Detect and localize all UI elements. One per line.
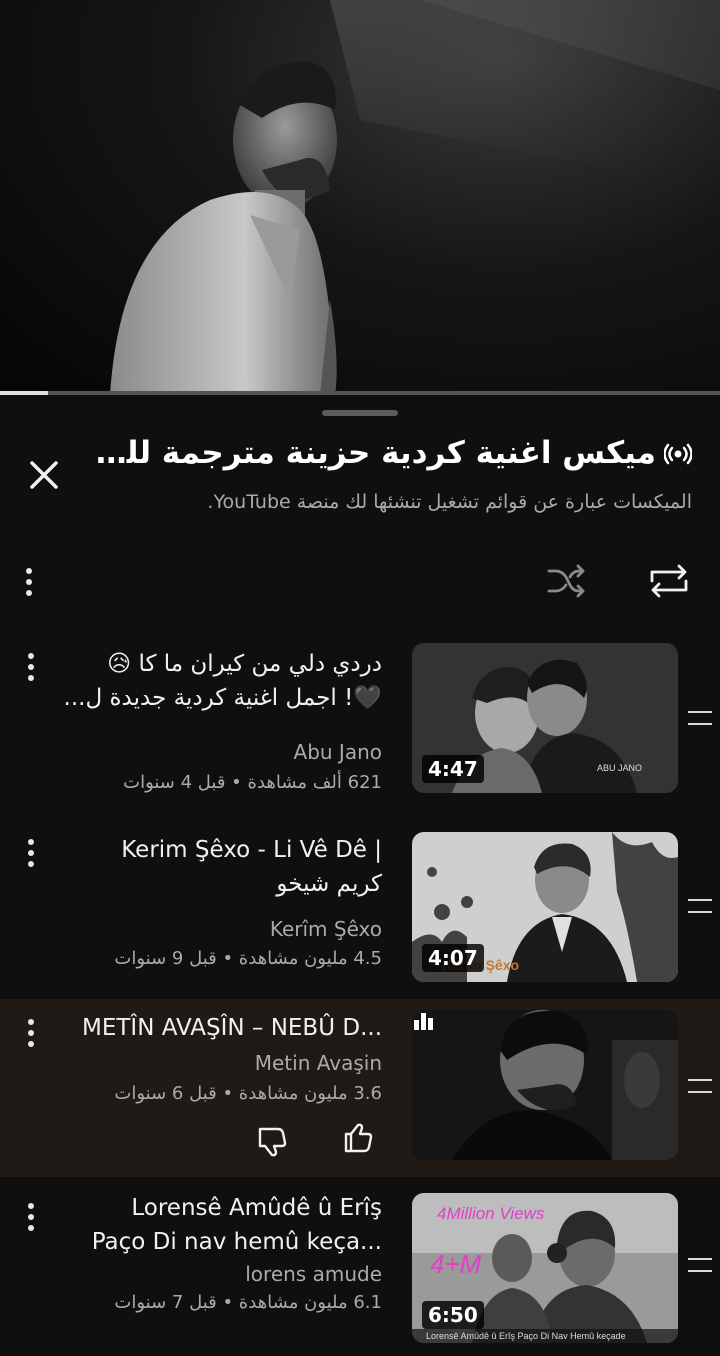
repeat-icon (650, 564, 688, 598)
thumbs-up-icon (344, 1123, 373, 1153)
dislike-button[interactable] (254, 1123, 290, 1159)
channel-name: Kerîm Şêxo (269, 917, 382, 941)
video-title-line-1: Lorensê Amûdê û Erîş (131, 1195, 382, 1221)
progress-bar-fill (0, 391, 49, 395)
mix-radio-icon (663, 437, 692, 473)
video-title: Lorensê Amûdê û Erîş Paço Di nav hemû ke… (52, 1191, 382, 1259)
video-thumbnail[interactable] (412, 1010, 678, 1160)
video-title-line-2: كريم شيخو (276, 871, 382, 897)
item-menu-button[interactable] (24, 649, 38, 685)
video-title-line-2: 🖤! اجمل اغنية كردية جديدة ل... (63, 685, 382, 711)
reorder-handle-icon[interactable] (688, 899, 712, 913)
thumbnail-banner: 4Million Views (437, 1204, 545, 1223)
channel-name: Abu Jano (293, 740, 382, 764)
more-vert-icon (28, 1203, 34, 1209)
video-duration: 4:47 (422, 755, 484, 783)
video-title-line-2: Paço Di nav hemû keça... (91, 1229, 382, 1255)
video-meta: 621 ألف مشاهدة • قبل 4 سنوات (123, 772, 382, 793)
shuffle-icon (547, 564, 585, 598)
video-duration: 4:07 (422, 944, 484, 972)
video-title-line-1: دردي دلي من كيران ما كا 😥 (107, 651, 382, 677)
reorder-handle-icon[interactable] (688, 1079, 712, 1093)
list-item[interactable]: دردي دلي من كيران ما كا 😥 🖤! اجمل اغنية … (0, 637, 720, 809)
video-thumbnail[interactable]: 4Million Views 4+M Lorensê Amûdê û Erîş … (412, 1193, 678, 1343)
close-icon (30, 461, 58, 489)
like-button[interactable] (340, 1121, 376, 1157)
video-title: دردي دلي من كيران ما كا 😥 🖤! اجمل اغنية … (52, 647, 382, 715)
list-item[interactable]: Kerim Şêxo - Li Vê Dê | كريم شيخو Kerîm … (0, 821, 720, 993)
now-playing-equalizer-icon (414, 1013, 433, 1030)
more-vert-icon (28, 839, 34, 845)
repeat-button[interactable] (648, 563, 690, 603)
playlist-subtitle: الميكسات عبارة عن قوائم تشغيل تنشئها لك … (207, 491, 692, 513)
channel-name: lorens amude (245, 1262, 382, 1286)
thumbnail-badge: 4+M (430, 1249, 482, 1279)
video-frame (110, 0, 720, 395)
video-title: Kerim Şêxo - Li Vê Dê | كريم شيخو (52, 833, 382, 901)
item-menu-button[interactable] (24, 1199, 38, 1235)
drag-handle-bar[interactable] (322, 410, 398, 416)
playlist-title-text: ميكس اغنية كردية حزينة مترجمة للع... (92, 435, 656, 471)
playlist-menu-button[interactable] (22, 564, 36, 600)
list-item-now-playing[interactable]: METÎN AVAŞÎN – NEBÛ D... Metin Avaşin 3.… (0, 999, 720, 1177)
more-vert-icon (28, 1019, 34, 1025)
item-menu-button[interactable] (24, 835, 38, 871)
item-menu-button[interactable] (24, 1015, 38, 1051)
reorder-handle-icon[interactable] (688, 1258, 712, 1272)
progress-bar[interactable] (0, 391, 720, 395)
channel-name: Metin Avaşin (254, 1051, 382, 1075)
close-button[interactable] (24, 455, 64, 495)
video-title-line-1: Kerim Şêxo - Li Vê Dê | (121, 837, 382, 863)
more-vert-icon (26, 568, 32, 574)
thumbs-down-icon (258, 1127, 287, 1157)
video-title: METÎN AVAŞÎN – NEBÛ D... (52, 1011, 382, 1045)
video-meta: 3.6 مليون مشاهدة • قبل 6 سنوات (114, 1083, 382, 1104)
shuffle-button[interactable] (546, 563, 586, 603)
video-duration: 6:50 (422, 1301, 484, 1329)
playlist-title: ميكس اغنية كردية حزينة مترجمة للع... (92, 435, 692, 473)
more-vert-icon (28, 653, 34, 659)
video-thumbnail[interactable]: Kerîm Şêxo 4:07 (412, 832, 678, 982)
thumbnail-caption: ABU JANO (597, 763, 642, 773)
playlist-panel: ميكس اغنية كردية حزينة مترجمة للع... الم… (0, 397, 720, 1356)
video-thumbnail[interactable]: ABU JANO 4:47 (412, 643, 678, 793)
reorder-handle-icon[interactable] (688, 711, 712, 725)
video-meta: 6.1 مليون مشاهدة • قبل 7 سنوات (114, 1292, 382, 1313)
thumbnail-caption: Lorensê Amûdê û Erîş Paço Di Nav Hemû ke… (426, 1331, 626, 1341)
video-meta: 4.5 مليون مشاهدة • قبل 9 سنوات (114, 948, 382, 969)
list-item[interactable]: Lorensê Amûdê û Erîş Paço Di nav hemû ke… (0, 1183, 720, 1356)
video-title-line-1: METÎN AVAŞÎN – NEBÛ D... (82, 1015, 382, 1041)
video-player[interactable] (0, 0, 720, 395)
